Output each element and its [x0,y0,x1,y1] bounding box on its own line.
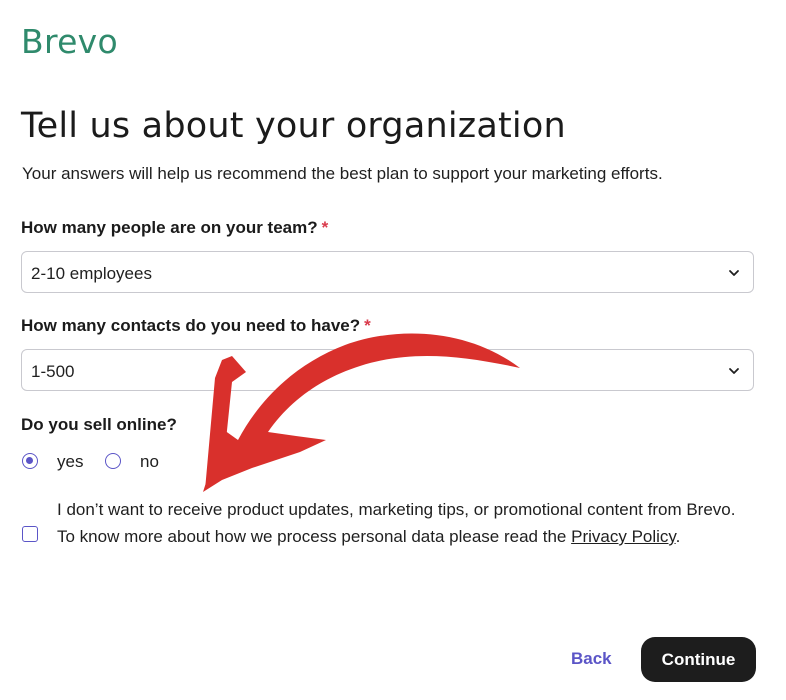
marketing-opt-out-checkbox[interactable] [22,526,38,542]
required-marker: * [364,316,371,335]
sell-online-question: Do you sell online? [21,415,177,434]
team-size-question: How many people are on your team? * [21,218,328,238]
radio-no[interactable] [105,453,121,469]
contacts-value: 1-500 [31,362,75,381]
back-button[interactable]: Back [571,649,612,669]
page-title: Tell us about your organization [21,106,566,146]
team-size-value: 2-10 employees [31,264,152,283]
contacts-question: How many contacts do you need to have? * [21,316,371,336]
radio-yes[interactable] [22,453,38,469]
team-size-label: How many people are on your team? [21,218,318,237]
radio-yes-label[interactable]: yes [57,452,83,472]
team-size-select[interactable]: 2-10 employees [21,251,754,293]
privacy-policy-link[interactable]: Privacy Policy [571,527,676,546]
radio-no-label[interactable]: no [140,452,159,472]
chevron-down-icon [729,368,739,374]
continue-button[interactable]: Continue [641,637,756,682]
contacts-label: How many contacts do you need to have? [21,316,361,335]
contacts-select[interactable]: 1-500 [21,349,754,391]
consent-suffix: . [675,527,681,546]
marketing-opt-out-text: I don’t want to receive product updates,… [57,496,757,550]
page-subtitle: Your answers will help us recommend the … [22,164,663,183]
brevo-logo: Brevo [21,22,119,61]
chevron-down-icon [729,270,739,276]
required-marker: * [321,218,329,237]
